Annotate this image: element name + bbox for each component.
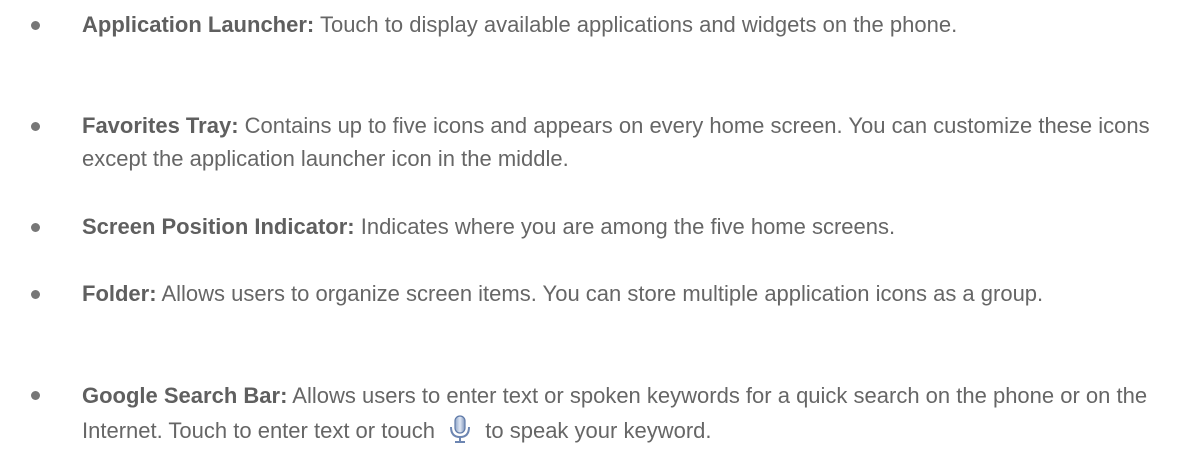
item-text: Folder: Allows users to organize screen … <box>82 277 1172 310</box>
item-text: Application Launcher: Touch to display a… <box>82 8 1172 41</box>
item-description: Indicates where you are among the five h… <box>354 214 896 239</box>
bullet <box>31 290 40 299</box>
item-term: Application Launcher: <box>82 12 315 37</box>
item-description-end: to speak your keyword. <box>479 418 712 443</box>
item-term: Google Search Bar: <box>82 383 288 408</box>
item-term: Screen Position Indicator: <box>82 214 355 239</box>
item-description: Allows users to organize screen items. Y… <box>156 281 1044 306</box>
item-text: Screen Position Indicator: Indicates whe… <box>82 210 1172 243</box>
item-term: Favorites Tray: <box>82 113 239 138</box>
bullet <box>31 223 40 232</box>
item-text: Favorites Tray: Contains up to five icon… <box>82 109 1172 175</box>
item-description: Contains up to five icons and appears on… <box>82 113 1150 171</box>
item-description: Touch to display available applications … <box>314 12 958 37</box>
bullet <box>31 122 40 131</box>
microphone-icon <box>450 415 471 444</box>
bullet <box>31 391 40 400</box>
item-text: Google Search Bar: Allows users to enter… <box>82 378 1172 448</box>
item-term: Folder: <box>82 281 157 306</box>
bullet <box>31 21 40 30</box>
